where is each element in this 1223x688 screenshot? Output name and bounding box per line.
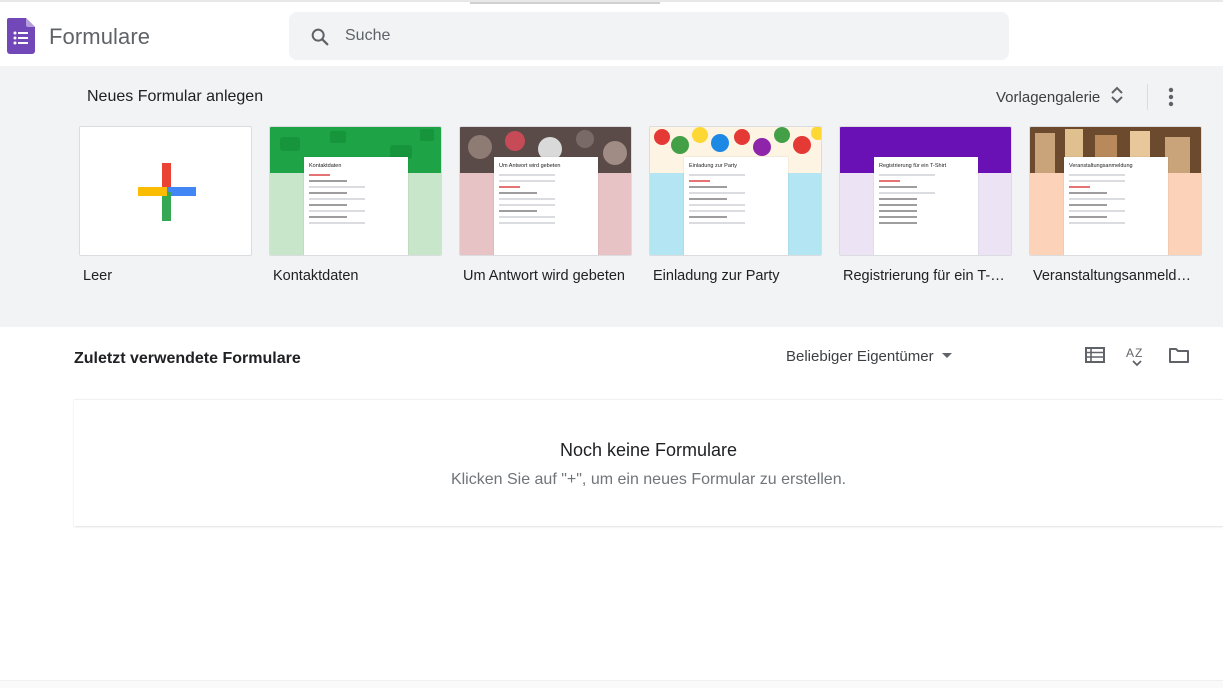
empty-state-title: Noch keine Formulare (559, 440, 738, 460)
template-label: Einladung zur Party (653, 268, 780, 284)
template-card-rsvp[interactable]: Um Antwort wird gebeten Um Antwort wird … (459, 126, 632, 284)
sort-az-icon[interactable]: A Z (1125, 343, 1149, 367)
template-card-contact[interactable]: Kontaktdaten Kontaktdaten (269, 126, 442, 284)
plus-icon (138, 163, 196, 226)
template-gallery-button[interactable]: Vorlagengalerie (990, 81, 1130, 113)
divider (1147, 84, 1148, 110)
unfold-more-icon (1110, 85, 1124, 109)
template-thumbnail: Registrierung für ein T-Shirt (839, 126, 1012, 256)
folder-icon[interactable] (1167, 343, 1191, 367)
template-thumbnail (79, 126, 252, 256)
form-preview: Einladung zur Party (684, 157, 788, 255)
template-heading: Neues Formular anlegen (87, 88, 264, 105)
svg-text:A: A (1126, 346, 1134, 360)
template-thumbnail: Um Antwort wird gebeten (459, 126, 632, 256)
template-label: Kontaktdaten (273, 268, 359, 284)
template-label: Leer (83, 268, 113, 284)
template-card-tshirt[interactable]: Registrierung für ein T-Shirt Registrier… (839, 126, 1012, 284)
search-input[interactable] (345, 12, 985, 60)
owner-filter-dropdown[interactable]: Beliebiger Eigentümer (786, 346, 954, 366)
form-preview: Um Antwort wird gebeten (494, 157, 598, 255)
template-label: Veranstaltungsanmeldung (1033, 268, 1199, 284)
template-card-blank[interactable]: Leer (79, 126, 252, 284)
template-thumbnail: Kontaktdaten (269, 126, 442, 256)
template-card-event[interactable]: Veranstaltungsanmeldung Veranstaltungsan… (1029, 126, 1202, 284)
form-preview: Registrierung für ein T-Shirt (874, 157, 978, 255)
empty-state-card: Noch keine Formulare Klicken Sie auf "+"… (74, 399, 1223, 526)
more-vert-icon[interactable] (1158, 82, 1184, 112)
recent-heading: Zuletzt verwendete Formulare (74, 350, 301, 367)
empty-state-subtitle: Klicken Sie auf "+", um ein neues Formul… (450, 471, 847, 488)
template-thumbnail: Einladung zur Party (649, 126, 822, 256)
top-divider (470, 2, 660, 4)
template-label: Um Antwort wird gebeten (463, 268, 625, 284)
owner-filter-label: Beliebiger Eigentümer (786, 347, 934, 365)
forms-logo-icon[interactable] (7, 18, 35, 54)
template-label: Registrierung für ein T-Shirt (843, 268, 1009, 284)
app-header: Formulare (0, 0, 1223, 66)
gallery-label: Vorlagengalerie (996, 88, 1101, 106)
search-bar[interactable] (289, 12, 1009, 60)
template-thumbnail: Veranstaltungsanmeldung (1029, 126, 1202, 256)
arrow-drop-down-icon (940, 348, 954, 365)
form-preview: Kontaktdaten (304, 157, 408, 255)
app-title[interactable]: Formulare (49, 24, 150, 50)
svg-text:Z: Z (1135, 346, 1142, 360)
form-preview: Veranstaltungsanmeldung (1064, 157, 1168, 255)
bottom-bar (0, 680, 1223, 688)
search-icon[interactable] (309, 26, 331, 48)
list-view-icon[interactable] (1083, 343, 1107, 367)
template-card-party[interactable]: Einladung zur Party Einladung zur Party (649, 126, 822, 284)
template-section: Neues Formular anlegen Vorlagengalerie L… (0, 66, 1223, 327)
